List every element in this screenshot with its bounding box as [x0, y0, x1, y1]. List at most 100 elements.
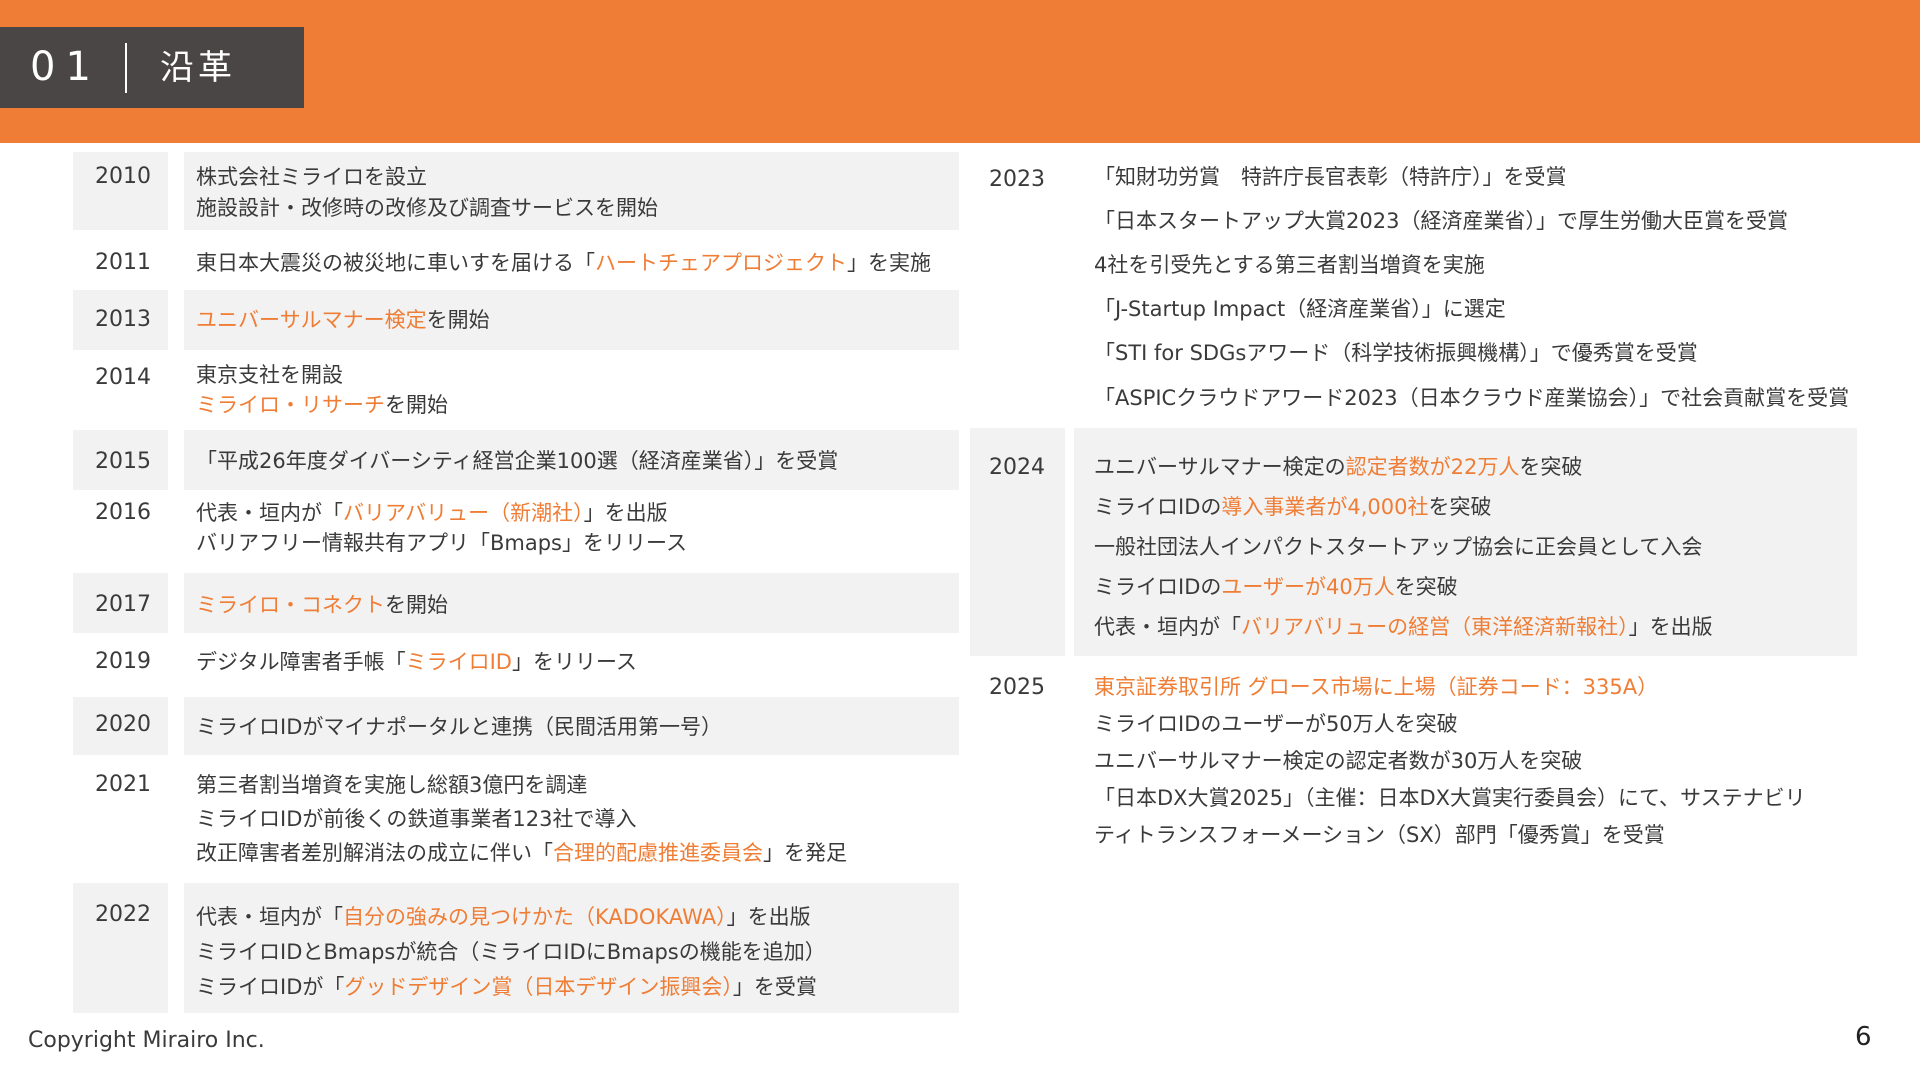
- event-line: 東日本大震災の被災地に車いすを届ける「ハートチェアプロジェクト」を実施: [196, 248, 931, 278]
- year-label: 2022: [95, 902, 151, 927]
- event-line: ミライロ・リサーチを開始: [196, 390, 448, 420]
- event-line: 「平成26年度ダイバーシティ経営企業100選（経済産業省）」を受賞: [196, 446, 838, 476]
- highlight-text: ハートチェアプロジェクト: [595, 251, 847, 275]
- highlight-text: 東京証券取引所 グロース市場に上場（証券コード：335A）: [1094, 675, 1659, 699]
- text-segment: 第三者割当増資を実施し総額3億円を調達: [196, 773, 588, 797]
- event-line: 「知財功労賞 特許庁長官表彰（特許庁）」を受賞: [1094, 162, 1567, 192]
- event-line: 東京支社を開設: [196, 360, 343, 390]
- text-segment: 代表・垣内が「: [1094, 615, 1241, 639]
- text-segment: を突破: [1519, 455, 1583, 479]
- text-segment: 「日本DX大賞2025」（主催：日本DX大賞実行委員会）にて、サステナビリ: [1094, 786, 1806, 810]
- highlight-text: ミライロ・コネクト: [196, 593, 385, 617]
- text-segment: ミライロIDとBmapsが統合（ミライロIDにBmapsの機能を追加）: [196, 940, 826, 964]
- text-segment: 」を実施: [847, 251, 931, 275]
- text-segment: 代表・垣内が「: [196, 501, 343, 525]
- text-segment: を突破: [1428, 495, 1492, 519]
- event-line: 一般社団法人インパクトスタートアップ協会に正会員として入会: [1094, 532, 1702, 562]
- event-line: 「日本スタートアップ大賞2023（経済産業省）」で厚生労働大臣賞を受賞: [1094, 206, 1788, 236]
- event-line: ユニバーサルマナー検定の認定者数が30万人を突破: [1094, 746, 1582, 776]
- event-line: バリアフリー情報共有アプリ「Bmaps」をリリース: [196, 528, 687, 558]
- text-segment: 一般社団法人インパクトスタートアップ協会に正会員として入会: [1094, 535, 1703, 559]
- highlight-text: ユーザーが40万人: [1221, 575, 1395, 599]
- year-label: 2019: [95, 649, 151, 674]
- event-line: 代表・垣内が「バリアバリューの経営（東洋経済新報社）」を出版: [1094, 612, 1713, 642]
- highlight-text: ミライロ・リサーチ: [196, 393, 385, 417]
- event-line: 第三者割当増資を実施し総額3億円を調達: [196, 770, 587, 800]
- text-segment: ミライロIDがマイナポータルと連携（民間活用第一号）: [196, 715, 722, 739]
- text-segment: 東日本大震災の被災地に車いすを届ける「: [196, 251, 595, 275]
- text-segment: 「平成26年度ダイバーシティ経営企業100選（経済産業省）」を受賞: [196, 449, 839, 473]
- event-line: 代表・垣内が「自分の強みの見つけかた（KADOKAWA）」を出版: [196, 902, 811, 932]
- event-line: 東京証券取引所 グロース市場に上場（証券コード：335A）: [1094, 672, 1658, 702]
- year-label: 2015: [95, 449, 151, 474]
- text-segment: 東京支社を開設: [196, 363, 343, 387]
- text-segment: ユニバーサルマナー検定の: [1094, 455, 1346, 479]
- text-segment: 株式会社ミライロを設立: [196, 165, 427, 189]
- highlight-text: 自分の強みの見つけかた（KADOKAWA）: [343, 905, 727, 929]
- highlight-text: 合理的配慮推進委員会: [553, 841, 763, 865]
- event-line: 株式会社ミライロを設立: [196, 162, 427, 192]
- event-line: ミライロIDが「グッドデザイン賞（日本デザイン振興会）」を受賞: [196, 972, 817, 1002]
- year-label: 2023: [989, 167, 1045, 192]
- event-line: ミライロIDとBmapsが統合（ミライロIDにBmapsの機能を追加）: [196, 937, 826, 967]
- year-label: 2021: [95, 772, 151, 797]
- event-line: ミライロIDがマイナポータルと連携（民間活用第一号）: [196, 712, 722, 742]
- text-segment: 代表・垣内が「: [196, 905, 343, 929]
- highlight-text: 導入事業者が4,000社: [1221, 495, 1429, 519]
- highlight-text: グッドデザイン賞（日本デザイン振興会）: [344, 975, 733, 999]
- event-line: 「STI for SDGsアワード（科学技術振興機構）」で優秀賞を受賞: [1094, 338, 1698, 368]
- event-line: 施設設計・改修時の改修及び調査サービスを開始: [196, 193, 658, 223]
- text-segment: 4社を引受先とする第三者割当増資を実施: [1094, 253, 1485, 277]
- text-segment: を突破: [1394, 575, 1458, 599]
- highlight-text: ユニバーサルマナー検定: [196, 308, 427, 332]
- year-label: 2013: [95, 307, 151, 332]
- event-line: 改正障害者差別解消法の成立に伴い「合理的配慮推進委員会」を発足: [196, 838, 847, 868]
- text-segment: ティトランスフォーメーション（SX）部門「優秀賞」を受賞: [1094, 823, 1665, 847]
- highlight-text: バリアバリュー（新潮社）: [343, 501, 584, 525]
- event-line: ティトランスフォーメーション（SX）部門「優秀賞」を受賞: [1094, 820, 1665, 850]
- text-segment: 「日本スタートアップ大賞2023（経済産業省）」で厚生労働大臣賞を受賞: [1094, 209, 1788, 233]
- section-number: 01: [30, 44, 101, 90]
- text-segment: 」を受賞: [732, 975, 817, 999]
- text-segment: ミライロIDが前後くの鉄道事業者123社で導入: [196, 807, 637, 831]
- text-segment: ミライロIDの: [1094, 495, 1222, 519]
- year-label: 2010: [95, 164, 151, 189]
- event-line: ミライロIDのユーザーが50万人を突破: [1094, 709, 1458, 739]
- event-line: デジタル障害者手帳「ミライロID」をリリース: [196, 647, 637, 677]
- event-line: ミライロIDの導入事業者が4,000社を突破: [1094, 492, 1492, 522]
- text-segment: 「知財功労賞 特許庁長官表彰（特許庁）」を受賞: [1094, 165, 1567, 189]
- text-segment: ミライロIDのユーザーが50万人を突破: [1094, 712, 1458, 736]
- highlight-text: バリアバリューの経営（東洋経済新報社）: [1241, 615, 1629, 639]
- section-title: 沿革: [160, 48, 236, 88]
- text-segment: ユニバーサルマナー検定の認定者数が30万人を突破: [1094, 749, 1583, 773]
- text-segment: 「STI for SDGsアワード（科学技術振興機構）」で優秀賞を受賞: [1094, 341, 1698, 365]
- text-segment: 施設設計・改修時の改修及び調査サービスを開始: [196, 196, 658, 220]
- text-segment: デジタル障害者手帳「: [196, 650, 406, 674]
- event-line: ミライロIDが前後くの鉄道事業者123社で導入: [196, 804, 636, 834]
- year-label: 2020: [95, 712, 151, 737]
- text-segment: ミライロIDが「: [196, 975, 345, 999]
- year-label: 2025: [989, 675, 1045, 700]
- text-segment: 」を出版: [583, 501, 668, 525]
- text-segment: ミライロIDの: [1094, 575, 1222, 599]
- event-line: 「ASPICクラウドアワード2023（日本クラウド産業協会）」で社会貢献賞を受賞: [1094, 383, 1849, 413]
- text-segment: 改正障害者差別解消法の成立に伴い「: [196, 841, 553, 865]
- text-segment: を開始: [426, 308, 490, 332]
- highlight-text: ミライロID: [405, 650, 512, 674]
- event-line: 代表・垣内が「バリアバリュー（新潮社）」を出版: [196, 498, 668, 528]
- section-tab: 01 沿革: [0, 27, 304, 108]
- event-line: 4社を引受先とする第三者割当増資を実施: [1094, 250, 1485, 280]
- text-segment: バリアフリー情報共有アプリ「Bmaps」をリリース: [196, 531, 687, 555]
- year-label: 2017: [95, 592, 151, 617]
- year-label: 2024: [989, 455, 1045, 480]
- copyright-text: Copyright Mirairo Inc.: [28, 1028, 265, 1053]
- text-segment: 」をリリース: [511, 650, 637, 674]
- text-segment: を開始: [385, 593, 448, 617]
- event-line: ユニバーサルマナー検定を開始: [196, 305, 490, 335]
- text-segment: 」を出版: [726, 905, 811, 929]
- event-line: ユニバーサルマナー検定の認定者数が22万人を突破: [1094, 452, 1582, 482]
- event-line: 「日本DX大賞2025」（主催：日本DX大賞実行委員会）にて、サステナビリ: [1094, 783, 1806, 813]
- section-divider: [125, 43, 127, 93]
- year-label: 2014: [95, 365, 151, 390]
- highlight-text: 認定者数が22万人: [1345, 455, 1520, 479]
